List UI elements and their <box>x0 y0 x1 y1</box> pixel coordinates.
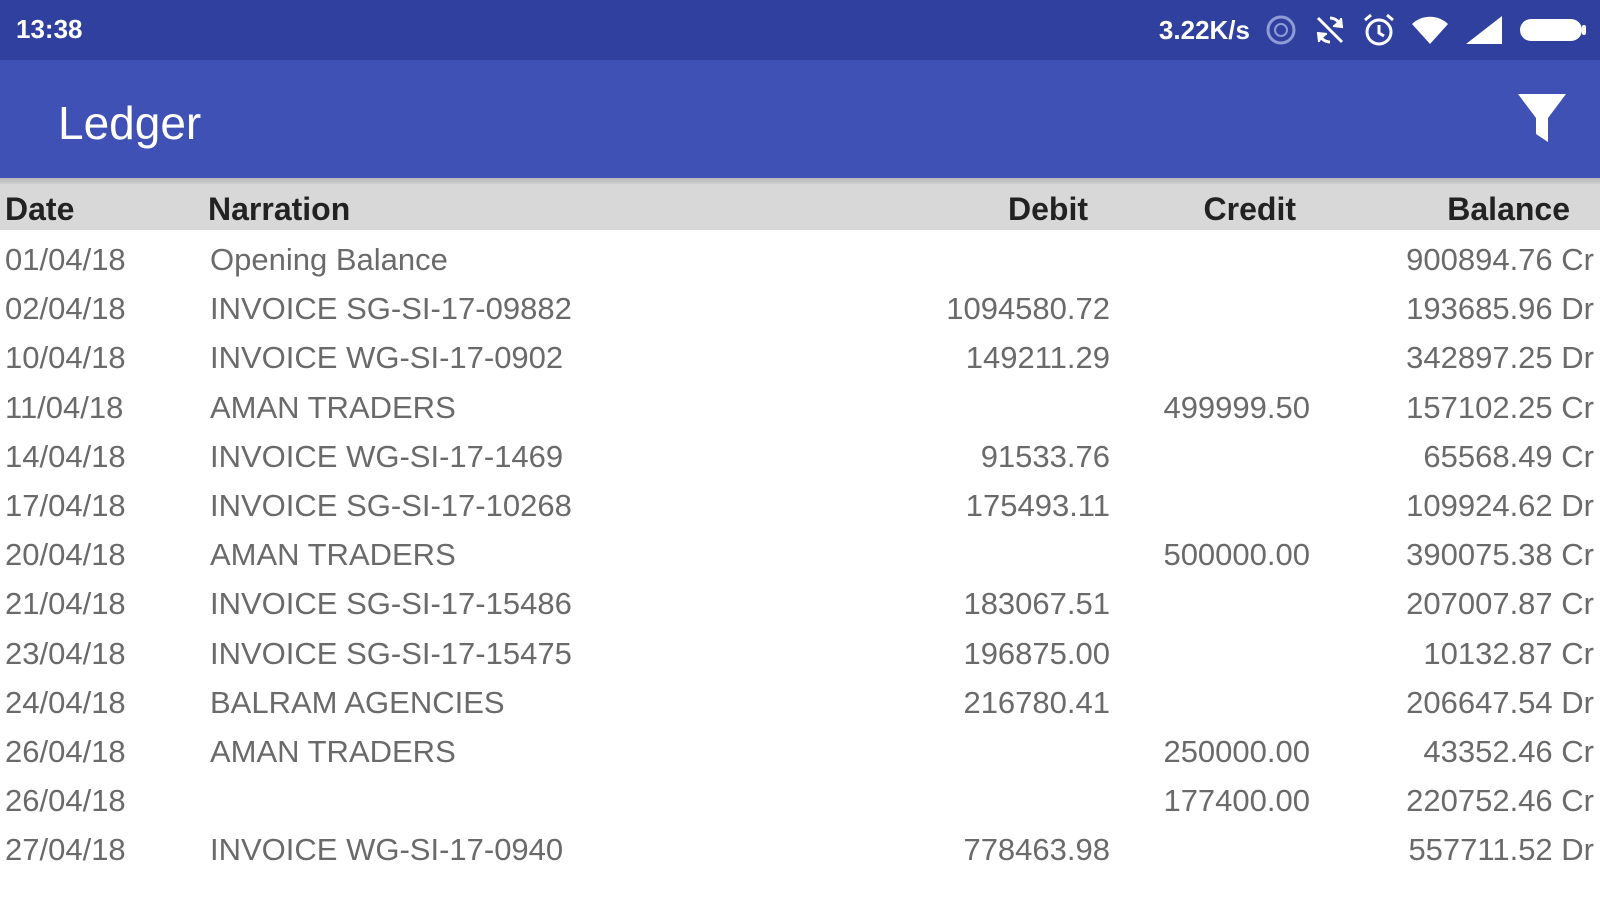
cell-date: 10/04/18 <box>5 340 126 376</box>
ledger-list[interactable]: 01/04/18 Opening Balance 900894.76 Cr 02… <box>0 236 1600 875</box>
cell-debit: 175493.11 <box>965 487 1110 523</box>
cell-debit: 778463.98 <box>963 832 1110 868</box>
cell-debit: 1094580.72 <box>946 291 1110 327</box>
cell-balance: 220752.46 Cr <box>1406 783 1594 819</box>
cell-credit: 500000.00 <box>1163 537 1310 573</box>
cell-narration: INVOICE WG-SI-17-1469 <box>210 438 564 474</box>
cell-balance: 207007.87 Cr <box>1406 586 1594 622</box>
status-icons: 3.22K/s <box>1159 10 1588 50</box>
status-bar: 13:38 3.22K/s <box>0 0 1600 60</box>
cell-date: 27/04/18 <box>5 832 126 868</box>
cell-narration: INVOICE SG-SI-17-09882 <box>210 291 572 327</box>
table-row[interactable]: 27/04/18 INVOICE WG-SI-17-0940 778463.98… <box>0 826 1600 875</box>
cell-date: 26/04/18 <box>5 733 126 769</box>
app-bar: Ledger <box>0 60 1600 178</box>
cell-balance: 43352.46 Cr <box>1423 733 1594 769</box>
cell-date: 17/04/18 <box>5 487 126 523</box>
header-credit[interactable]: Credit <box>1204 191 1296 228</box>
table-row[interactable]: 23/04/18 INVOICE SG-SI-17-15475 196875.0… <box>0 630 1600 679</box>
table-row[interactable]: 17/04/18 INVOICE SG-SI-17-10268 175493.1… <box>0 482 1600 531</box>
cell-narration: INVOICE SG-SI-17-15475 <box>210 635 572 671</box>
cell-narration: BALRAM AGENCIES <box>210 684 505 720</box>
battery-icon <box>1520 19 1586 41</box>
cell-balance: 157102.25 Cr <box>1406 389 1594 425</box>
header-date[interactable]: Date <box>5 191 74 228</box>
table-row[interactable]: 02/04/18 INVOICE SG-SI-17-09882 1094580.… <box>0 285 1600 334</box>
network-speed: 3.22K/s <box>1158 14 1250 45</box>
cell-narration: AMAN TRADERS <box>210 537 456 573</box>
cell-balance: 206647.54 Dr <box>1406 684 1594 720</box>
cell-balance: 342897.25 Dr <box>1406 340 1594 376</box>
page-title: Ledger <box>58 97 202 149</box>
cell-balance: 10132.87 Cr <box>1423 635 1594 671</box>
cell-debit: 149211.29 <box>965 340 1110 376</box>
cell-balance: 557711.52 Dr <box>1408 832 1594 868</box>
cell-balance: 193685.96 Dr <box>1406 291 1594 327</box>
wifi-icon <box>1412 16 1448 44</box>
table-row[interactable]: 11/04/18 AMAN TRADERS 499999.50 157102.2… <box>0 384 1600 433</box>
table-row[interactable]: 21/04/18 INVOICE SG-SI-17-15486 183067.5… <box>0 580 1600 629</box>
data-saver-icon <box>1266 15 1296 45</box>
cell-balance: 65568.49 Cr <box>1423 438 1594 474</box>
cell-date: 11/04/18 <box>5 389 124 425</box>
cell-narration: AMAN TRADERS <box>210 389 456 425</box>
table-row[interactable]: 26/04/18 AMAN TRADERS 250000.00 43352.46… <box>0 728 1600 777</box>
cell-debit: 183067.51 <box>963 586 1110 622</box>
cell-date: 26/04/18 <box>5 783 126 819</box>
cell-narration: INVOICE WG-SI-17-0902 <box>210 340 564 376</box>
table-row[interactable]: 01/04/18 Opening Balance 900894.76 Cr <box>0 236 1600 285</box>
cell-balance: 109924.62 Dr <box>1406 487 1594 523</box>
cell-narration: INVOICE SG-SI-17-15486 <box>210 586 572 622</box>
cell-narration: AMAN TRADERS <box>210 733 456 769</box>
table-row[interactable]: 20/04/18 AMAN TRADERS 500000.00 390075.3… <box>0 531 1600 580</box>
header-narration[interactable]: Narration <box>208 191 350 228</box>
table-row[interactable]: 10/04/18 INVOICE WG-SI-17-0902 149211.29… <box>0 334 1600 383</box>
table-header: Date Narration Debit Credit Balance <box>0 184 1600 230</box>
cell-date: 20/04/18 <box>5 537 126 573</box>
cell-narration: INVOICE WG-SI-17-0940 <box>210 832 564 868</box>
sync-off-icon <box>1316 16 1344 44</box>
header-debit[interactable]: Debit <box>1008 191 1088 228</box>
cell-credit: 250000.00 <box>1163 733 1310 769</box>
cell-narration: INVOICE SG-SI-17-10268 <box>210 487 572 523</box>
status-time: 13:38 <box>16 14 83 44</box>
cell-debit: 216780.41 <box>963 684 1110 720</box>
table-row[interactable]: 26/04/18 177400.00 220752.46 Cr <box>0 777 1600 826</box>
signal-icon <box>1466 16 1502 44</box>
cell-debit: 91533.76 <box>980 438 1110 474</box>
cell-date: 21/04/18 <box>5 586 126 622</box>
cell-credit: 499999.50 <box>1163 389 1310 425</box>
cell-balance: 390075.38 Cr <box>1406 537 1594 573</box>
cell-narration: Opening Balance <box>210 242 448 277</box>
cell-date: 14/04/18 <box>5 438 126 474</box>
cell-debit: 196875.00 <box>963 635 1110 671</box>
cell-date: 23/04/18 <box>5 635 126 671</box>
alarm-icon <box>1364 13 1394 46</box>
table-row[interactable]: 14/04/18 INVOICE WG-SI-17-1469 91533.76 … <box>0 433 1600 482</box>
cell-balance: 900894.76 Cr <box>1406 242 1594 277</box>
header-balance[interactable]: Balance <box>1447 191 1570 228</box>
cell-date: 24/04/18 <box>5 684 126 720</box>
filter-icon <box>1518 94 1566 142</box>
filter-button[interactable] <box>1510 86 1574 150</box>
cell-date: 02/04/18 <box>5 291 126 327</box>
table-row[interactable]: 24/04/18 BALRAM AGENCIES 216780.41 20664… <box>0 679 1600 728</box>
cell-credit: 177400.00 <box>1163 783 1310 819</box>
cell-date: 01/04/18 <box>5 242 126 277</box>
